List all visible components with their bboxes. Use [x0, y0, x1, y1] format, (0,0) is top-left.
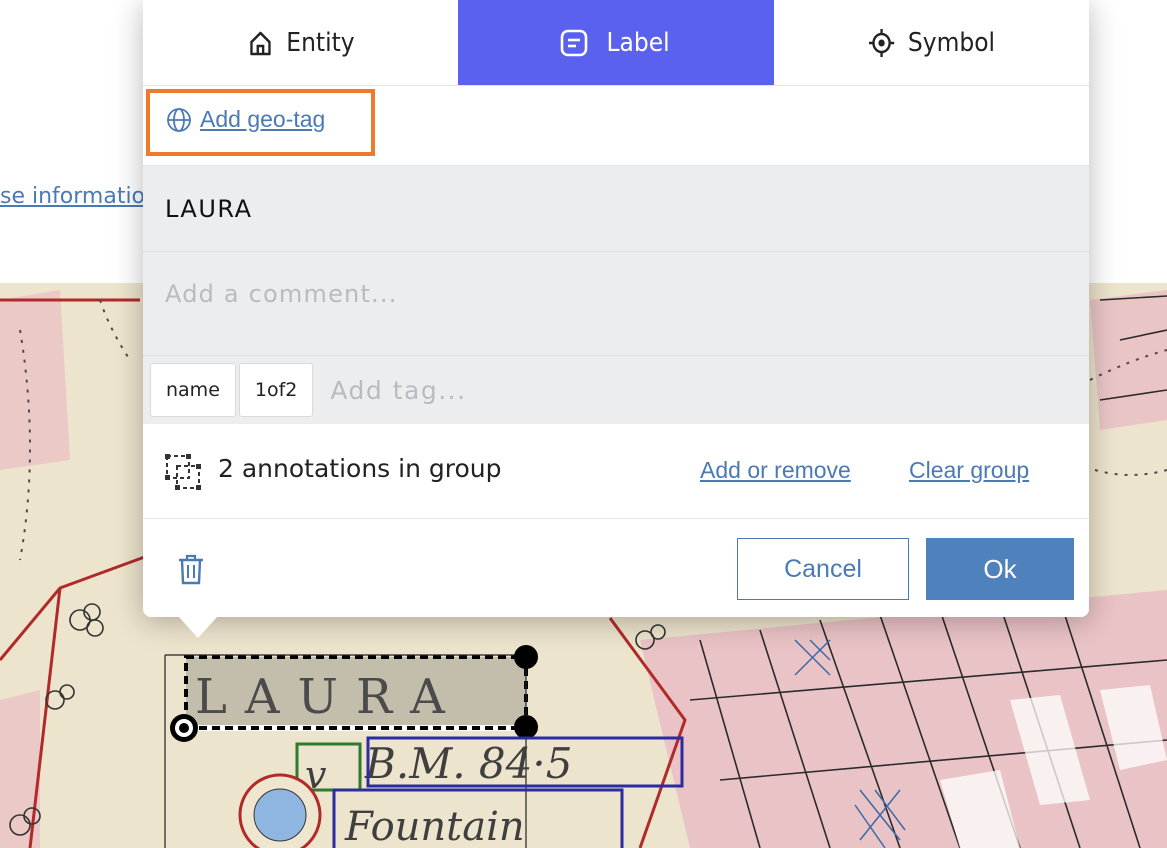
popup-pointer [178, 616, 218, 638]
svg-text:B.M. 84·5: B.M. 84·5 [364, 739, 572, 788]
comment-input[interactable]: Add a comment... [143, 252, 1089, 356]
crosshair-icon [868, 28, 895, 57]
add-tag-input[interactable]: Add tag... [330, 376, 466, 405]
tab-label-label: Label [606, 27, 670, 58]
svg-text:LAURA: LAURA [195, 669, 463, 725]
group-icon [165, 454, 201, 490]
transcription-text[interactable]: LAURA [143, 166, 1089, 252]
tab-entity-label: Entity [286, 27, 355, 58]
group-row: 2 annotations in group Add or remove Cle… [143, 424, 1089, 519]
tag-bar: name 1of2 Add tag... [143, 356, 1089, 424]
tab-label[interactable]: Label [458, 0, 774, 85]
geo-tag-row: Add geo-tag [143, 86, 1089, 166]
annotation-editor: Entity Label Symbol Add geo-tag LAURA Ad… [143, 0, 1089, 617]
tab-symbol[interactable]: Symbol [789, 0, 1073, 85]
tag-chip[interactable]: 1of2 [238, 363, 314, 417]
group-count-label: 2 annotations in group [218, 454, 502, 483]
editor-footer: Cancel Ok [143, 519, 1089, 617]
ok-button[interactable]: Ok [926, 538, 1074, 600]
tab-symbol-label: Symbol [907, 27, 995, 58]
label-icon [560, 29, 588, 56]
globe-icon [167, 107, 191, 132]
trash-icon[interactable] [177, 553, 205, 585]
background-info-link[interactable]: se informatio [0, 184, 145, 209]
svg-text:Fountain: Fountain [344, 804, 525, 848]
clear-group-link[interactable]: Clear group [909, 457, 1029, 484]
tag-chip[interactable]: name [150, 363, 236, 417]
add-or-remove-link[interactable]: Add or remove [700, 457, 851, 484]
tab-bar: Entity Label Symbol [143, 0, 1089, 86]
home-icon [250, 31, 271, 55]
add-geo-tag-link[interactable]: Add geo-tag [166, 106, 325, 133]
add-geo-tag-label: Add geo-tag [200, 106, 326, 132]
tab-entity[interactable]: Entity [159, 0, 443, 85]
cancel-button[interactable]: Cancel [737, 538, 909, 600]
